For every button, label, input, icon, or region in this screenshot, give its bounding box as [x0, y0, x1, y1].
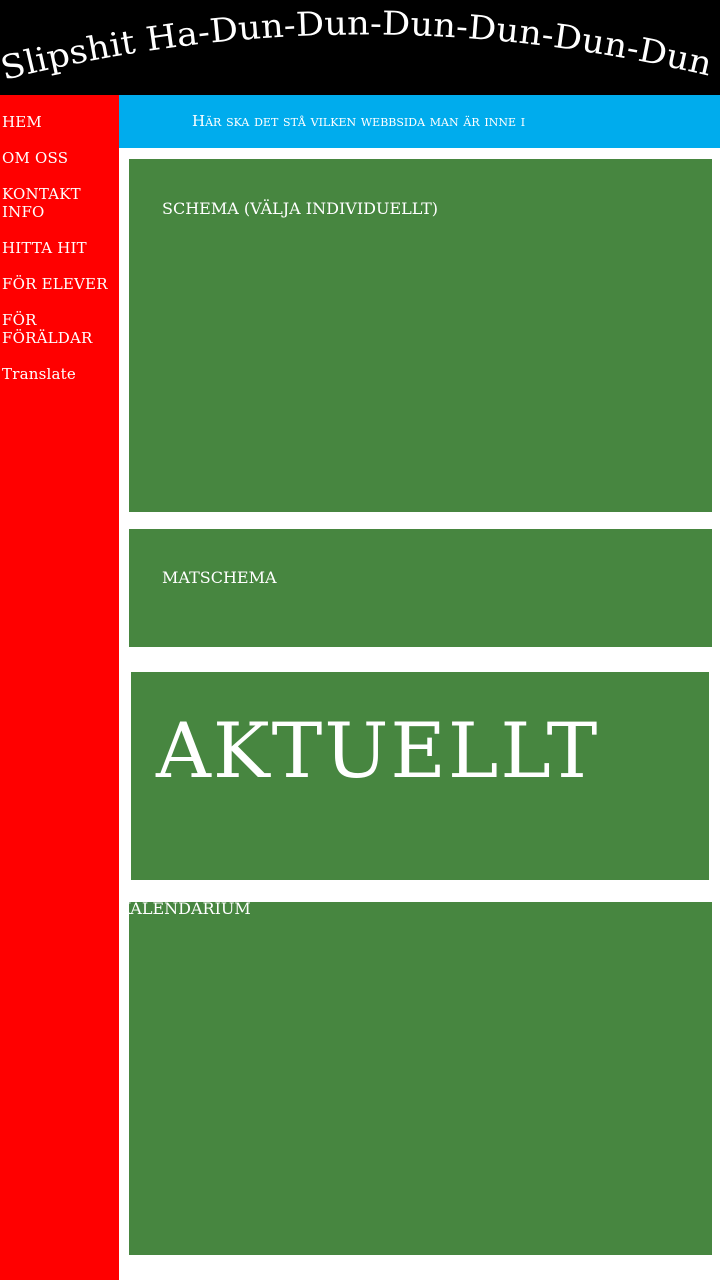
sidebar-item-for-foraldar[interactable]: FÖR FÖRÄLDAR — [2, 311, 114, 347]
aktuellt-heading: AKTUELLT — [156, 706, 600, 795]
site-title-text: Slipshit Ha-Dun-Dun-Dun-Dun-Dun-Dun — [0, 3, 716, 87]
sidebar-item-kontakt-info[interactable]: KONTAKT INFO — [2, 185, 114, 221]
site-title: Slipshit Ha-Dun-Dun-Dun-Dun-Dun-Dun — [0, 3, 716, 87]
sidebar-item-om-oss[interactable]: OM OSS — [2, 149, 114, 167]
schema-label: SCHEMA (VÄLJA INDIVIDUELLT) — [162, 199, 438, 218]
sidebar-item-translate[interactable]: Translate — [2, 365, 114, 383]
sidebar-item-hem[interactable]: HEM — [2, 113, 114, 131]
sidebar-item-hitta-hit[interactable]: HITTA HIT — [2, 239, 114, 257]
aktuellt-panel[interactable]: AKTUELLT — [131, 672, 709, 880]
schema-panel[interactable]: SCHEMA (VÄLJA INDIVIDUELLT) — [129, 159, 712, 512]
sidebar-nav: HEM OM OSS KONTAKT INFO HITTA HIT FÖR EL… — [0, 95, 119, 1280]
kalendarium-panel[interactable] — [129, 902, 712, 1255]
site-header: Slipshit Ha-Dun-Dun-Dun-Dun-Dun-Dun — [0, 0, 720, 95]
page-title-bar: Här ska det stå vilken webbsida man är i… — [119, 95, 720, 148]
sidebar-item-for-elever[interactable]: FÖR ELEVER — [2, 275, 114, 293]
kalendarium-label: KALENDARIUM — [128, 899, 251, 918]
matschema-panel[interactable]: MATSCHEMA — [129, 529, 712, 647]
page-title: Här ska det stå vilken webbsida man är i… — [192, 112, 526, 130]
matschema-label: MATSCHEMA — [162, 568, 277, 587]
